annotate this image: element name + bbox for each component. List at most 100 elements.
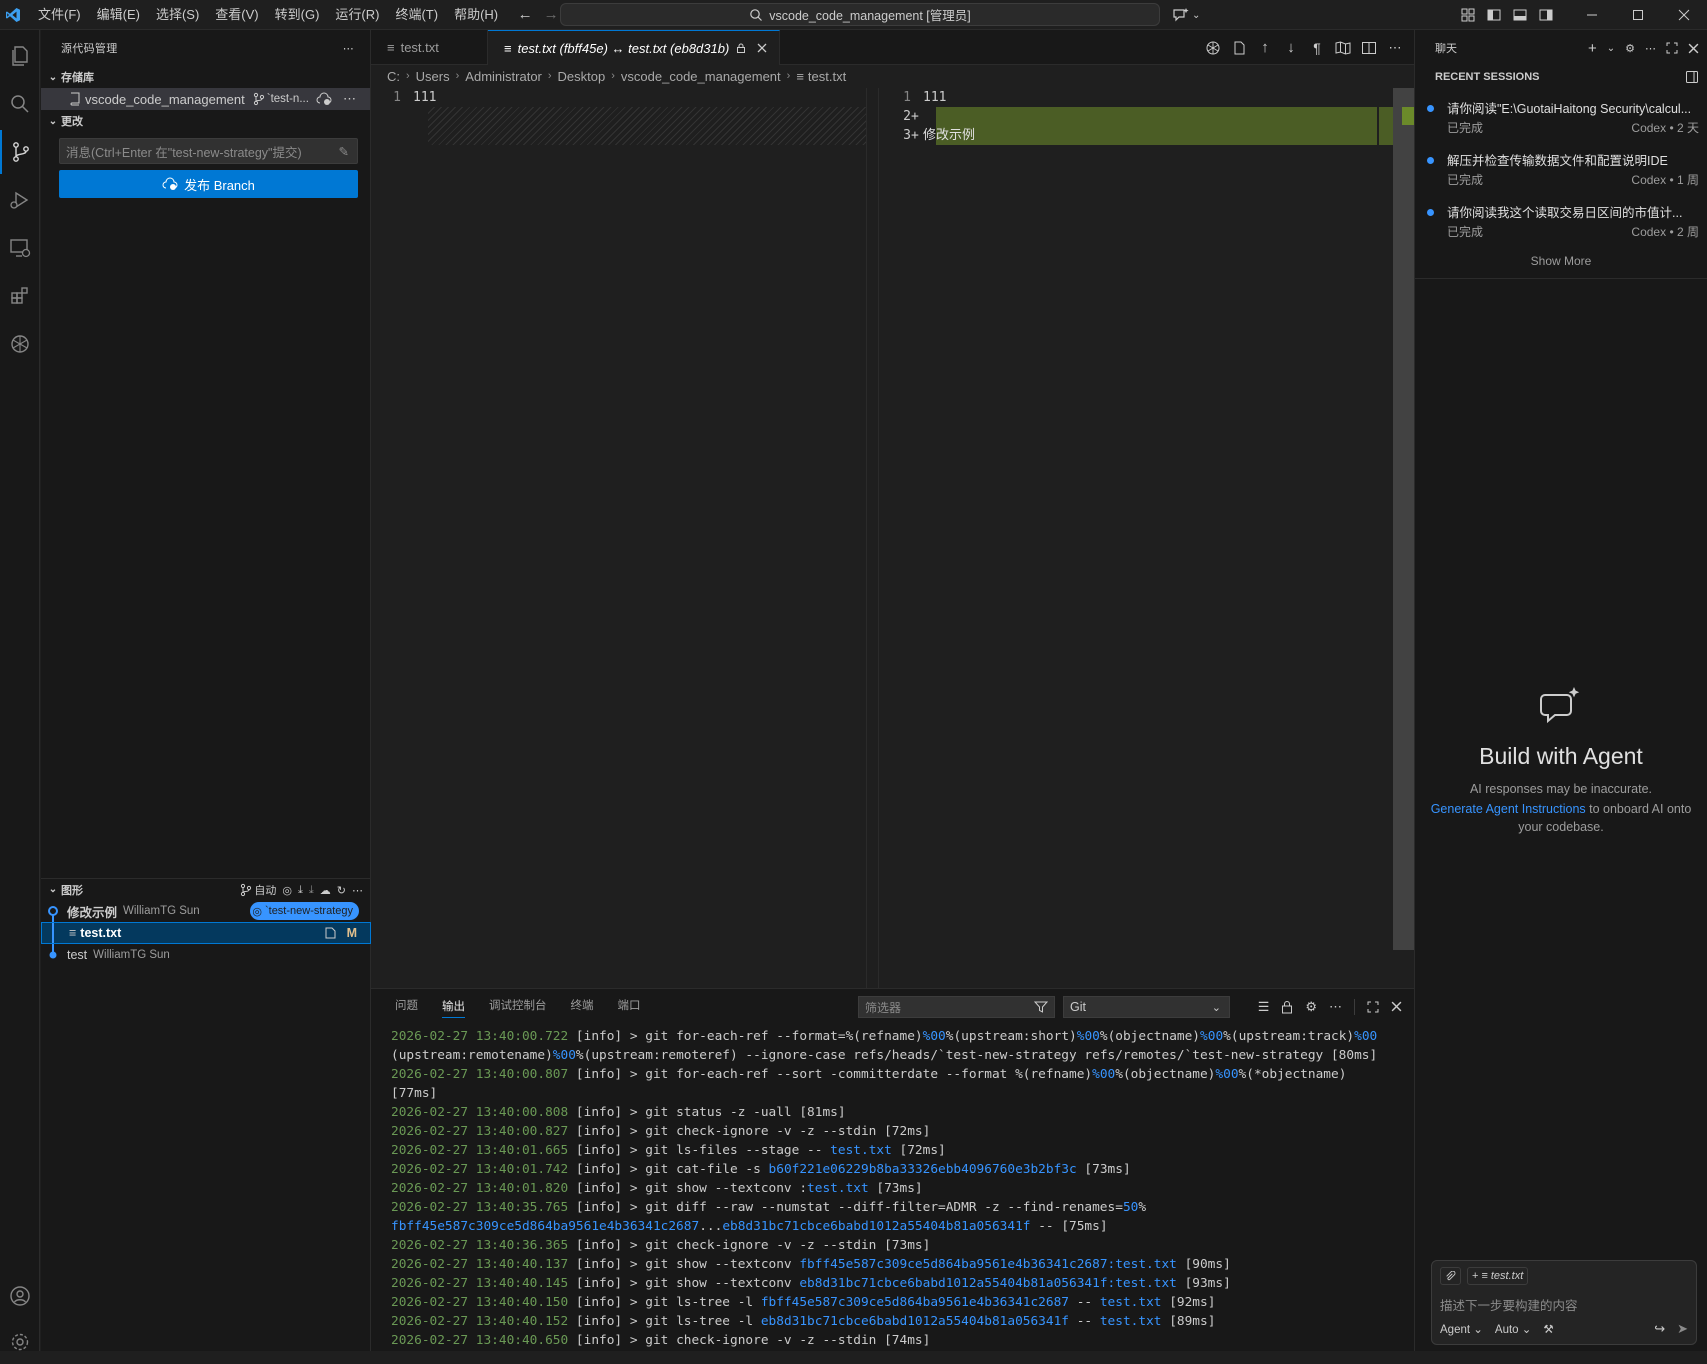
settings-gear-icon[interactable]: ⚙ [1305, 999, 1317, 1015]
openai-codex-icon[interactable] [1204, 39, 1222, 57]
open-file-icon[interactable] [323, 926, 337, 940]
output-filter-input[interactable]: 筛选器 [858, 996, 1055, 1018]
delegate-icon[interactable]: ↪ [1654, 1321, 1665, 1337]
split-editor-icon[interactable] [1360, 39, 1378, 57]
tab-ports[interactable]: 端口 [606, 989, 653, 1024]
model-select[interactable]: Auto ⌄ [1495, 1322, 1532, 1336]
map-icon[interactable] [1334, 39, 1352, 57]
new-chat-icon[interactable]: + [1588, 40, 1597, 57]
graph-section-header[interactable]: ⌄ 图形 自动 ◎ ⤓ ⤓ ☁ ↻ ⋯ [41, 878, 371, 900]
tab-problems[interactable]: 问题 [383, 989, 430, 1024]
toggle-panel-icon[interactable] [1507, 0, 1533, 30]
chevron-down-icon[interactable]: ⌄ [1607, 43, 1615, 54]
chat-input-box[interactable]: + ≡ test.txt 描述下一步要构建的内容 Agent ⌄ Auto ⌄ … [1431, 1260, 1697, 1345]
scrollbar[interactable] [1400, 1027, 1414, 1352]
refresh-icon[interactable]: ↻ [337, 884, 346, 897]
session-item[interactable]: 解压并检查传输数据文件和配置说明IDE 已完成 Codex • 1 周 [1415, 146, 1707, 194]
run-debug-icon[interactable] [0, 178, 40, 222]
chat-more-icon[interactable]: ⋯ [1645, 42, 1656, 55]
session-item[interactable]: 请你阅读我这个读取交易日区间的市值计... 已完成 Codex • 2 周 [1415, 198, 1707, 246]
tab-terminal[interactable]: 终端 [559, 989, 606, 1024]
breadcrumb-item[interactable]: Desktop [558, 69, 606, 84]
source-control-icon[interactable] [0, 130, 40, 174]
menu-item[interactable]: 终端(T) [387, 0, 446, 30]
previous-change-icon[interactable]: ↑ [1256, 39, 1274, 57]
toggle-secondary-sidebar-icon[interactable] [1533, 0, 1559, 30]
diff-modified-pane[interactable]: 1 111 2+ 3+ 修改示例 [878, 88, 1414, 988]
remote-explorer-icon[interactable] [0, 226, 40, 270]
graph-branch-filter[interactable]: 自动 [240, 882, 276, 898]
maximize-icon[interactable] [1615, 0, 1661, 30]
search-icon[interactable] [0, 82, 40, 126]
show-more-link[interactable]: Show More [1415, 254, 1707, 268]
cloud-upload-icon[interactable]: ☁ [320, 884, 331, 897]
generate-agent-instructions-link[interactable]: Generate Agent Instructions [1431, 802, 1586, 816]
close-window-icon[interactable] [1661, 0, 1707, 30]
sparkle-icon[interactable]: ✎ [339, 144, 349, 159]
session-item[interactable]: 请你阅读"E:\GuotaiHaitong Security\calcul...… [1415, 94, 1707, 142]
tab-output[interactable]: 输出 [442, 996, 465, 1018]
changes-section-header[interactable]: ⌄ 更改 [41, 110, 370, 132]
explorer-icon[interactable] [0, 34, 40, 78]
editor-more-icon[interactable]: ⋯ [1386, 39, 1404, 57]
tab-diff-test-txt[interactable]: ≡ test.txt (fbff45e) ↔ test.txt (eb8d31b… [488, 30, 781, 65]
menu-item[interactable]: 查看(V) [207, 0, 266, 30]
menu-item[interactable]: 编辑(E) [89, 0, 148, 30]
open-file-icon[interactable] [1230, 39, 1248, 57]
panel-more-icon[interactable]: ⋯ [1329, 999, 1342, 1015]
graph-commit-row[interactable]: test WilliamTG Sun [41, 944, 371, 966]
graph-commit-row[interactable]: 修改示例 WilliamTG Sun ◎ `test-new-strategy [41, 900, 371, 922]
breadcrumb-item[interactable]: Administrator [465, 69, 542, 84]
scrollbar[interactable] [1379, 88, 1393, 988]
publish-branch-button[interactable]: 发布 Branch [59, 170, 358, 198]
commit-message-input[interactable]: 消息(Ctrl+Enter 在"test-new-strategy"提交) ✎ [59, 138, 358, 164]
target-icon[interactable]: ◎ [282, 884, 292, 897]
customize-layout-icon[interactable] [1455, 0, 1481, 30]
openai-codex-icon[interactable] [0, 322, 40, 366]
pull-icon[interactable]: ⤓ [309, 884, 314, 897]
command-center[interactable]: vscode_code_management [管理员] [560, 3, 1160, 26]
scrollbar-thumb[interactable] [1393, 88, 1414, 950]
settings-gear-icon[interactable] [0, 1320, 40, 1364]
show-whitespace-icon[interactable]: ¶ [1308, 39, 1326, 57]
output-channel-select[interactable]: Git ⌄ [1063, 996, 1230, 1018]
close-panel-icon[interactable] [1391, 1001, 1402, 1012]
tab-test-txt[interactable]: ≡ test.txt [371, 30, 488, 65]
close-tab-icon[interactable] [757, 43, 767, 53]
tab-debug-console[interactable]: 调试控制台 [477, 989, 559, 1024]
repository-row[interactable]: vscode_code_management `test-n... ⋯ [41, 88, 370, 110]
graph-file-row[interactable]: ≡ test.txt M [41, 922, 371, 944]
toggle-primary-sidebar-icon[interactable] [1481, 0, 1507, 30]
next-change-icon[interactable]: ↓ [1282, 39, 1300, 57]
breadcrumb-item[interactable]: Users [416, 69, 450, 84]
repository-branch[interactable]: `test-n... [267, 93, 309, 105]
diff-original-pane[interactable]: 1 111 [371, 88, 876, 988]
accounts-icon[interactable] [0, 1274, 40, 1318]
close-chat-icon[interactable] [1688, 43, 1699, 54]
send-icon[interactable]: ➤ [1677, 1321, 1688, 1337]
fetch-icon[interactable]: ⤓ [298, 884, 303, 897]
extensions-icon[interactable] [0, 274, 40, 318]
repo-more-icon[interactable]: ⋯ [343, 91, 356, 107]
more-actions-icon[interactable]: ⋯ [343, 42, 354, 55]
attach-context-button[interactable] [1440, 1267, 1461, 1285]
breadcrumb-item[interactable]: test.txt [808, 69, 846, 84]
repositories-section-header[interactable]: ⌄ 存储库 [41, 66, 370, 88]
scrollbar[interactable] [866, 88, 876, 988]
minimize-icon[interactable] [1569, 0, 1615, 30]
graph-more-icon[interactable]: ⋯ [352, 884, 363, 897]
mode-select[interactable]: Agent ⌄ [1440, 1322, 1483, 1336]
clear-output-icon[interactable]: ☰ [1258, 999, 1270, 1015]
breadcrumb-item[interactable]: C: [387, 69, 400, 84]
context-file-chip[interactable]: + ≡ test.txt [1467, 1267, 1529, 1285]
menu-item[interactable]: 运行(R) [327, 0, 387, 30]
cloud-upload-icon[interactable] [316, 92, 332, 106]
back-arrow-icon[interactable]: ← [512, 0, 538, 30]
filter-icon[interactable] [1034, 1000, 1048, 1014]
menu-item[interactable]: 文件(F) [30, 0, 89, 30]
breadcrumb-item[interactable]: vscode_code_management [621, 69, 781, 84]
copilot-menu[interactable]: ⌄ [1172, 0, 1200, 30]
menu-item[interactable]: 帮助(H) [446, 0, 506, 30]
settings-gear-icon[interactable]: ⚙ [1625, 42, 1635, 55]
lock-icon[interactable] [1281, 1000, 1293, 1014]
